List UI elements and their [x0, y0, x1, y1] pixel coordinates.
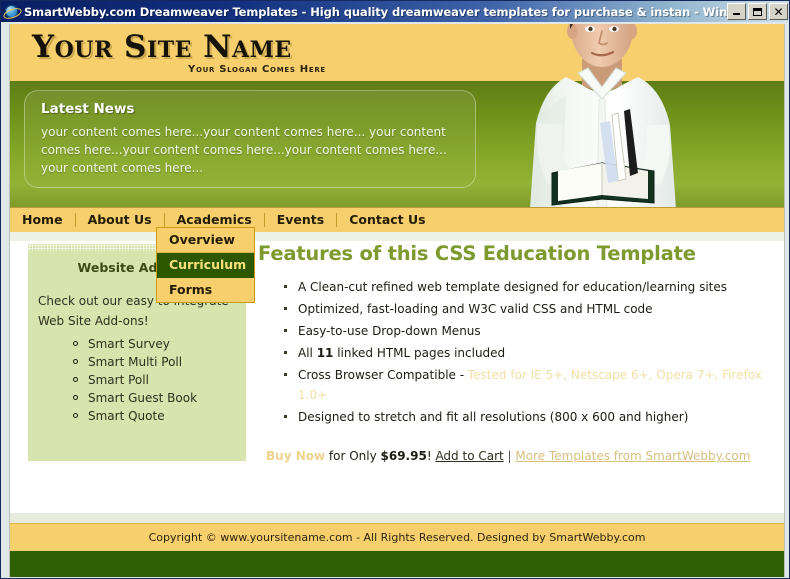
minimize-button[interactable] — [727, 3, 746, 20]
purchase-line: Buy Now for Only $69.95! Add to Cart | M… — [266, 449, 762, 463]
latest-news-box: Latest News your content comes here...yo… — [24, 90, 476, 188]
latest-news-body: your content comes here...your content c… — [41, 125, 447, 175]
link-separator: | — [503, 449, 516, 463]
site-header: Your Site Name Your Slogan Comes Here — [10, 24, 784, 81]
list-item[interactable]: Smart Guest Book — [72, 389, 246, 407]
dropdown-item-overview[interactable]: Overview — [157, 228, 254, 253]
latest-news-title: Latest News — [41, 101, 135, 117]
sidebar-item-label: Smart Survey — [88, 337, 170, 351]
list-item[interactable]: Smart Poll — [72, 371, 246, 389]
content-area: Website Add-ons Check out our easy to in… — [10, 232, 784, 513]
list-item: All 11 linked HTML pages included — [284, 343, 762, 363]
dropdown-item-curriculum[interactable]: Curriculum — [157, 253, 254, 278]
main-navigation: Home About Us Academics Events Contact U… — [10, 207, 784, 232]
feature-text-before: Cross Browser Compatible - — [298, 368, 468, 382]
window-title: SmartWebby.com Dreamweaver Templates - H… — [24, 4, 727, 19]
title-bar: SmartWebby.com Dreamweaver Templates - H… — [1, 1, 789, 22]
website-root: Your Site Name Your Slogan Comes Here La… — [9, 24, 785, 577]
academics-dropdown-menu: Overview Curriculum Forms — [156, 227, 255, 303]
sidebar-addon-list: Smart Survey Smart Multi Poll Smart Poll… — [28, 335, 246, 425]
feature-text: A Clean-cut refined web template designe… — [298, 280, 727, 294]
copyright-text: Copyright © www.yoursitename.com - All R… — [148, 531, 646, 544]
browser-viewport: Your Site Name Your Slogan Comes Here La… — [2, 22, 789, 578]
page-title: Features of this CSS Education Template — [258, 242, 696, 265]
browser-window: SmartWebby.com Dreamweaver Templates - H… — [0, 0, 790, 579]
footer-divider — [10, 513, 784, 523]
feature-page-count: 11 — [316, 346, 334, 360]
nav-item-events[interactable]: Events — [265, 208, 336, 232]
feature-text-after: linked HTML pages included — [333, 346, 506, 360]
feature-text: Easy-to-use Drop-down Menus — [298, 324, 481, 338]
sidebar-item-label: Smart Multi Poll — [88, 355, 183, 369]
add-to-cart-link[interactable]: Add to Cart — [435, 449, 503, 463]
sidebar-item-label: Smart Guest Book — [88, 391, 198, 405]
list-item: A Clean-cut refined web template designe… — [284, 277, 762, 297]
site-footer: Copyright © www.yoursitename.com - All R… — [10, 523, 784, 551]
close-icon: ✕ — [773, 4, 784, 19]
list-item: Easy-to-use Drop-down Menus — [284, 321, 762, 341]
nav-item-about-us[interactable]: About Us — [76, 208, 164, 232]
price-value: $69.95 — [380, 449, 427, 463]
for-only-text: for Only — [325, 449, 381, 463]
buy-now-link[interactable]: Buy Now — [266, 449, 325, 463]
main-column: Features of this CSS Education Template … — [258, 242, 762, 463]
list-item: Optimized, fast-loading and W3C valid CS… — [284, 299, 762, 319]
close-button[interactable]: ✕ — [769, 3, 788, 20]
maximize-button[interactable] — [748, 3, 767, 20]
list-item: Cross Browser Compatible - Tested for IE… — [284, 365, 762, 405]
feature-text: Optimized, fast-loading and W3C valid CS… — [298, 302, 653, 316]
list-item[interactable]: Smart Survey — [72, 335, 246, 353]
nav-item-contact-us[interactable]: Contact Us — [337, 208, 437, 232]
feature-text-before: All — [298, 346, 317, 360]
content-top-divider — [10, 232, 784, 241]
more-templates-link[interactable]: More Templates from SmartWebby.com — [515, 449, 750, 463]
dropdown-item-forms[interactable]: Forms — [157, 278, 254, 302]
site-slogan: Your Slogan Comes Here — [188, 64, 326, 75]
features-list: A Clean-cut refined web template designe… — [258, 277, 762, 427]
internet-explorer-icon — [2, 4, 23, 21]
window-controls: ✕ — [727, 3, 788, 20]
sidebar-item-label: Smart Poll — [88, 373, 149, 387]
nav-item-home[interactable]: Home — [10, 208, 75, 232]
footer-green-bar — [10, 551, 784, 577]
site-name: Your Site Name — [32, 29, 292, 65]
list-item[interactable]: Smart Multi Poll — [72, 353, 246, 371]
sidebar-item-label: Smart Quote — [88, 409, 165, 423]
hero-band: Latest News your content comes here...yo… — [10, 81, 784, 207]
list-item: Designed to stretch and fit all resoluti… — [284, 407, 762, 427]
list-item[interactable]: Smart Quote — [72, 407, 246, 425]
feature-text: Designed to stretch and fit all resoluti… — [298, 410, 689, 424]
